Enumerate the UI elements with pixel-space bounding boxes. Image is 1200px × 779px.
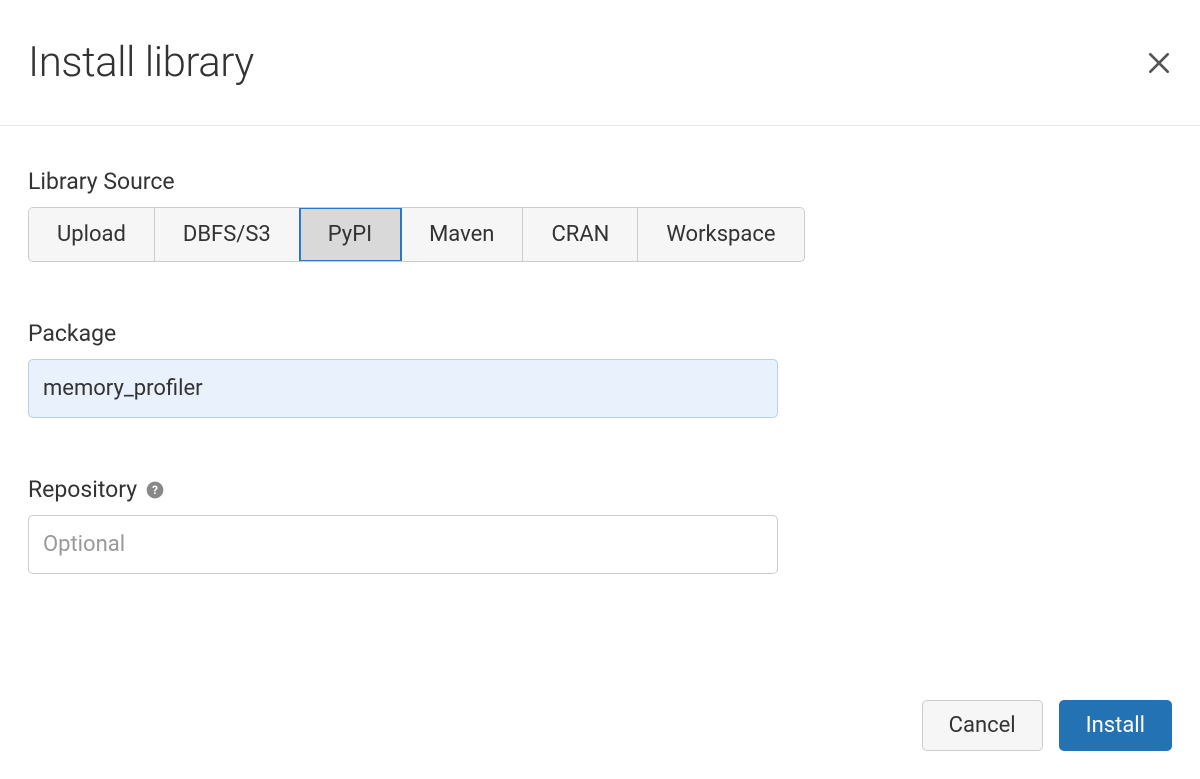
repository-input[interactable] [28, 515, 778, 574]
svg-text:?: ? [152, 483, 158, 497]
library-source-options: Upload DBFS/S3 PyPI Maven CRAN Workspace [28, 207, 805, 262]
source-option-workspace[interactable]: Workspace [638, 208, 803, 261]
dialog-footer: Cancel Install [0, 700, 1200, 779]
cancel-button[interactable]: Cancel [922, 700, 1043, 751]
source-option-upload[interactable]: Upload [29, 208, 155, 261]
source-option-cran[interactable]: CRAN [523, 208, 638, 261]
source-option-maven[interactable]: Maven [401, 208, 523, 261]
package-input[interactable] [28, 359, 778, 418]
source-option-pypi[interactable]: PyPI [300, 208, 401, 261]
install-button[interactable]: Install [1059, 700, 1172, 751]
package-label: Package [28, 320, 1172, 347]
help-icon[interactable]: ? [145, 480, 165, 500]
repository-field: Repository ? [28, 476, 1172, 574]
library-source-label: Library Source [28, 168, 1172, 195]
close-icon[interactable] [1146, 50, 1172, 76]
repository-label-text: Repository [28, 476, 137, 503]
dialog-header: Install library [0, 0, 1200, 126]
dialog-body: Library Source Upload DBFS/S3 PyPI Maven… [0, 126, 1200, 660]
source-option-dbfs-s3[interactable]: DBFS/S3 [155, 208, 300, 261]
repository-label: Repository ? [28, 476, 1172, 503]
library-source-field: Library Source Upload DBFS/S3 PyPI Maven… [28, 168, 1172, 262]
package-field: Package [28, 320, 1172, 418]
dialog-title: Install library [28, 38, 254, 87]
